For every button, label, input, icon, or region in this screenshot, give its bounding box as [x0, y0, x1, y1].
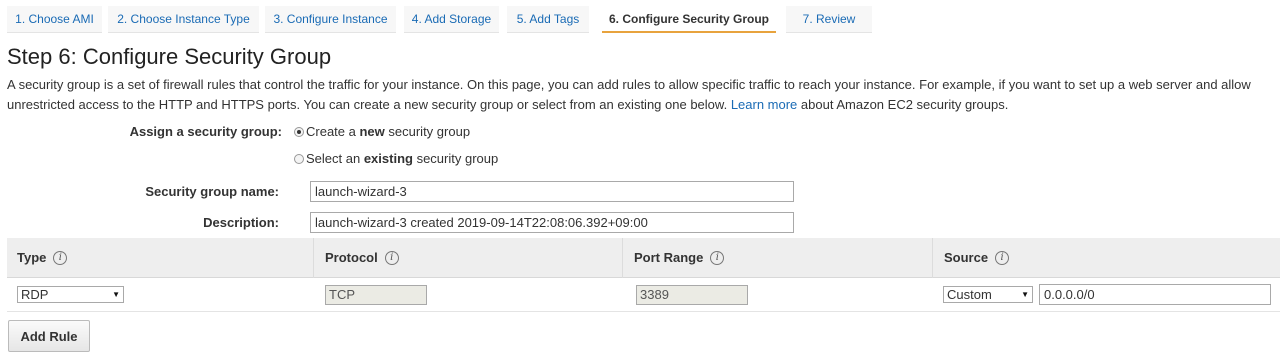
protocol-field: TCP — [325, 285, 427, 305]
radio-select-existing-group[interactable]: Select an existing security group — [294, 151, 498, 166]
wizard-steps: 1. Choose AMI 2. Choose Instance Type 3.… — [0, 0, 1280, 36]
radio-button-checked[interactable] — [294, 126, 304, 137]
description-line-1: A security group is a set of firewall ru… — [7, 77, 1251, 92]
col-port-range: Port Range i — [634, 250, 725, 265]
info-icon[interactable]: i — [995, 250, 1010, 265]
port-range-field: 3389 — [636, 285, 748, 305]
add-rule-button[interactable]: Add Rule — [8, 320, 90, 352]
tab-configure-instance[interactable]: 3. Configure Instance — [265, 6, 396, 33]
description-text: unrestricted access to the HTTP and HTTP… — [7, 97, 728, 112]
tab-add-storage[interactable]: 4. Add Storage — [404, 6, 499, 33]
radio-create-new-group[interactable]: Create a new security group — [294, 124, 470, 139]
description-label: Description: — [203, 215, 279, 230]
page-description: A security group is a set of firewall ru… — [7, 75, 1280, 115]
rules-table-header: Type i Protocol i Port Range i Source i — [7, 238, 1280, 278]
learn-more-link[interactable]: Learn more — [731, 97, 797, 112]
tab-add-tags[interactable]: 5. Add Tags — [507, 6, 589, 33]
col-source: Source i — [944, 250, 1010, 265]
type-select[interactable]: RDP ▼ — [17, 286, 124, 303]
description-text-tail: about Amazon EC2 security groups. — [800, 97, 1009, 112]
tab-choose-instance-type[interactable]: 2. Choose Instance Type — [108, 6, 259, 33]
info-icon[interactable]: i — [384, 250, 399, 265]
assign-security-group-label: Assign a security group: — [129, 124, 282, 139]
caret-down-icon: ▼ — [112, 290, 120, 299]
tab-choose-ami[interactable]: 1. Choose AMI — [7, 6, 102, 33]
info-icon[interactable]: i — [710, 250, 725, 265]
security-group-name-input[interactable]: launch-wizard-3 — [310, 181, 794, 202]
table-row: RDP ▼ TCP 3389 Custom ▼ 0.0.0.0/0 — [7, 278, 1280, 312]
description-line-2: unrestricted access to the HTTP and HTTP… — [7, 95, 1280, 115]
info-icon[interactable]: i — [53, 250, 68, 265]
source-select[interactable]: Custom ▼ — [943, 286, 1033, 303]
source-cidr-input[interactable]: 0.0.0.0/0 — [1039, 284, 1271, 305]
radio-button-unchecked[interactable] — [294, 153, 304, 164]
col-protocol: Protocol i — [325, 250, 399, 265]
col-type: Type i — [17, 250, 68, 265]
page-title: Step 6: Configure Security Group — [7, 44, 332, 69]
security-group-name-label: Security group name: — [145, 184, 279, 199]
caret-down-icon: ▼ — [1021, 290, 1029, 299]
radio-existing-label: Select an existing security group — [306, 151, 499, 166]
radio-create-label: Create a new security group — [306, 124, 471, 139]
tab-configure-security-group[interactable]: 6. Configure Security Group — [602, 6, 776, 33]
description-input[interactable]: launch-wizard-3 created 2019-09-14T22:08… — [310, 212, 794, 233]
tab-review[interactable]: 7. Review — [786, 6, 872, 33]
